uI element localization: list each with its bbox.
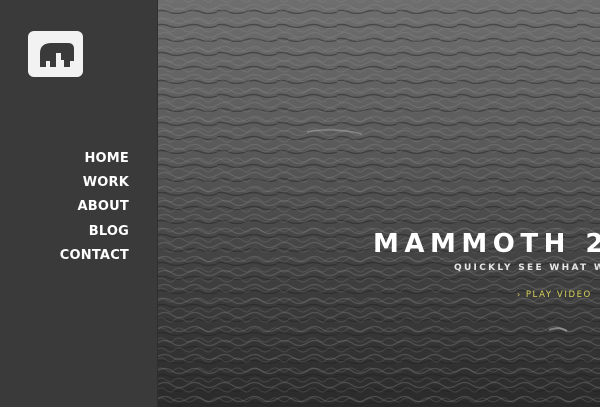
nav-link-work[interactable]: WORK xyxy=(60,171,129,195)
page: HOME WORK ABOUT BLOG CONTACT MAMMOTH 2 Q… xyxy=(0,0,600,407)
hero-title: MAMMOTH 20 xyxy=(373,229,600,259)
chevron-right-icon: › xyxy=(517,290,522,299)
nav-link-blog[interactable]: BLOG xyxy=(60,220,129,244)
nav-item: WORK xyxy=(60,171,129,195)
nav-link-about[interactable]: ABOUT xyxy=(60,195,129,219)
mammoth-logo-icon xyxy=(40,43,74,67)
nav-link-contact[interactable]: CONTACT xyxy=(60,244,129,268)
sidebar: HOME WORK ABOUT BLOG CONTACT xyxy=(0,0,157,407)
hero-section: MAMMOTH 20 QUICKLY SEE WHAT WE'RE ›PLAY … xyxy=(157,0,600,407)
play-video-label: PLAY VIDEO xyxy=(525,290,592,300)
nav-item: BLOG xyxy=(60,220,129,244)
nav-item: HOME xyxy=(60,147,129,171)
nav-item: ABOUT xyxy=(60,195,129,219)
hero-subtitle: QUICKLY SEE WHAT WE'RE xyxy=(454,263,600,273)
nav-item: CONTACT xyxy=(60,244,129,268)
main-nav: HOME WORK ABOUT BLOG CONTACT xyxy=(60,147,129,268)
ocean-background-image xyxy=(157,0,600,407)
play-video-link[interactable]: › PLAY VIDEO xyxy=(517,289,592,301)
nav-link-home[interactable]: HOME xyxy=(60,147,129,171)
logo-link[interactable] xyxy=(28,31,83,77)
